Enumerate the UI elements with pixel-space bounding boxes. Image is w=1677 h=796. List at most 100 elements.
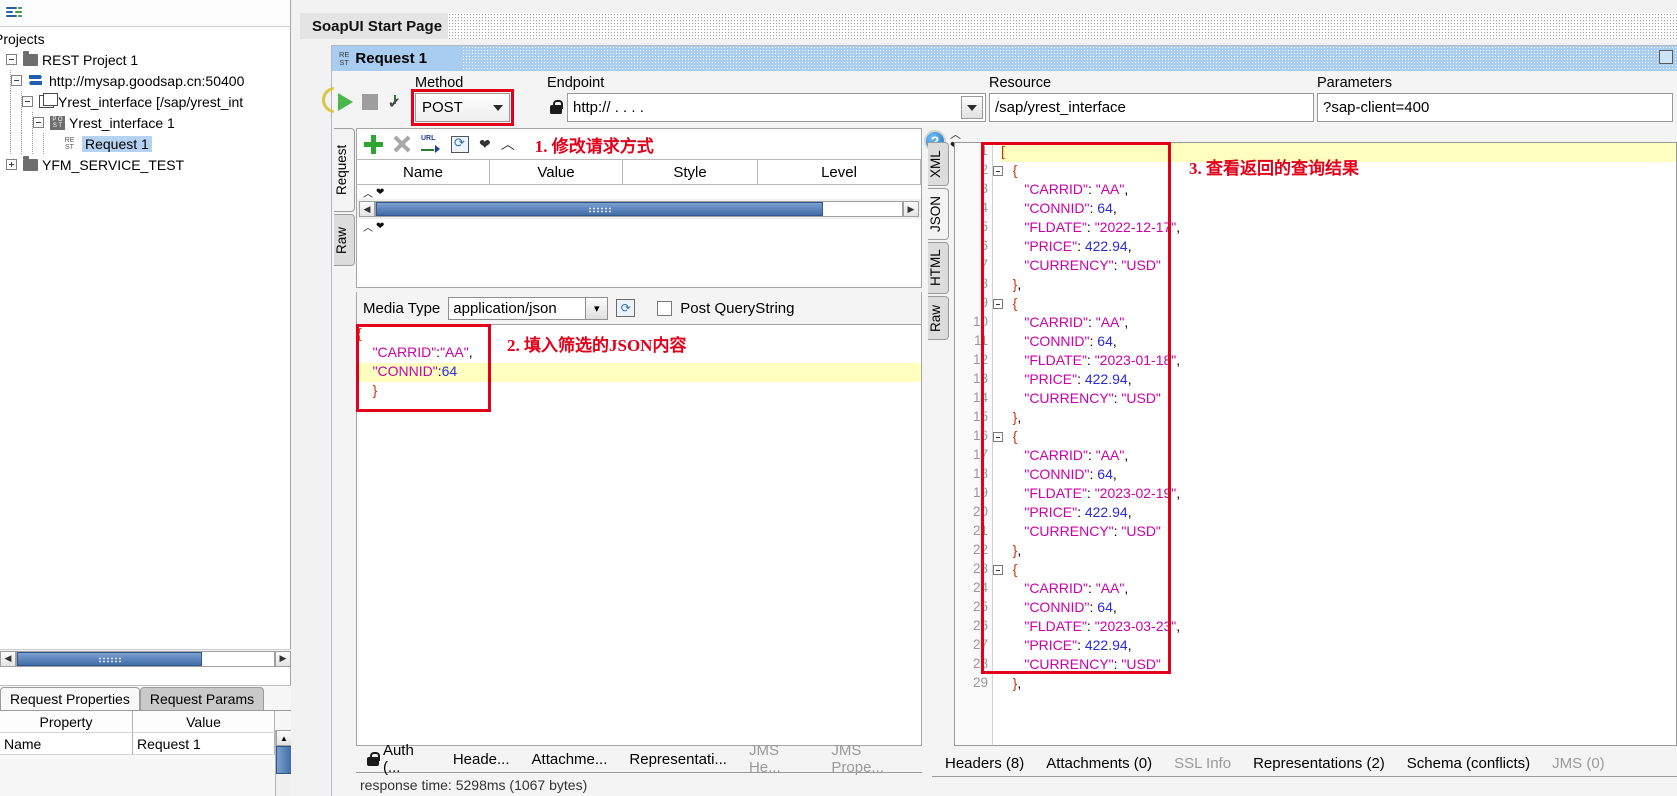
tree-guide xyxy=(21,133,22,154)
response-json-text[interactable]: [ { "CARRID": "AA", "CONNID": 64, "FLDAT… xyxy=(1001,143,1676,745)
tab-json-view[interactable]: JSON xyxy=(928,188,949,240)
resource-input[interactable]: /sap/yrest_interface xyxy=(989,93,1314,122)
response-view-tabs[interactable]: XML JSON HTML Raw xyxy=(928,142,951,342)
tree-expander[interactable] xyxy=(11,75,22,86)
scroll-right-button[interactable]: ▶ xyxy=(275,650,291,667)
caret-down-icon[interactable]: ❤ xyxy=(376,187,384,198)
tab-request-params[interactable]: Request Params xyxy=(139,687,265,710)
request-tab-2[interactable]: Attachme... xyxy=(521,751,619,768)
parameters-input[interactable]: ?sap-client=400 xyxy=(1317,93,1673,122)
response-bottom-tabs[interactable]: Headers (8) Attachments (0) SSL Info Repres… xyxy=(934,750,1677,776)
scroll-right-button[interactable]: ▶ xyxy=(903,201,919,217)
media-type-refresh-icon[interactable]: ⟳ xyxy=(616,299,636,317)
tree-expander[interactable] xyxy=(33,117,44,128)
request-tab-1[interactable]: Heade... xyxy=(442,751,521,768)
tab-raw-view[interactable]: Raw xyxy=(334,214,355,266)
params-hscrollbar[interactable]: ◀ ▶ xyxy=(357,199,921,219)
response-json-viewer[interactable]: 1 2 3 4 5 6 7 8 9 10 11 12 13 14 15 16 17 18 19 20 21 22 23 24 2… xyxy=(954,142,1677,746)
move-down-icon[interactable]: ❤ xyxy=(479,136,491,153)
list-green-blue-icon[interactable] xyxy=(6,6,23,20)
tree-expander[interactable] xyxy=(6,54,17,65)
response-json-line: { xyxy=(1012,428,1018,444)
hscroll-thumb[interactable] xyxy=(17,651,203,666)
media-type-row: Media Type application/json ▾ ⟳ Post Que… xyxy=(356,292,922,324)
response-tab-0[interactable]: Headers (8) xyxy=(934,755,1035,772)
scroll-up-button[interactable]: ▲ xyxy=(276,730,292,746)
line-number: 27 xyxy=(972,637,988,652)
request-body-editor[interactable]: { "CARRID":"AA", "CONNID":64 } xyxy=(356,324,922,746)
navigator-bottom-tabs[interactable]: Request Properties Request Params xyxy=(0,686,291,710)
chevron-down-icon[interactable]: ▾ xyxy=(585,297,608,319)
media-type-combobox[interactable]: application/json ▾ xyxy=(448,296,609,320)
validate-icon[interactable] xyxy=(386,91,408,113)
tree-expander[interactable] xyxy=(22,96,33,107)
hscroll-track[interactable] xyxy=(375,201,903,217)
tree-node-4[interactable]: RE ST Request 1 xyxy=(0,133,290,154)
endpoint-arrows-icon xyxy=(28,74,45,87)
scroll-left-button[interactable]: ◀ xyxy=(0,650,16,667)
tree-node-2[interactable]: Yrest_interface [/sap/yrest_int xyxy=(0,91,290,112)
cancel-request-button[interactable] xyxy=(362,94,378,110)
tab-request-view[interactable]: Request xyxy=(334,128,355,212)
scroll-left-button[interactable]: ◀ xyxy=(359,201,375,217)
chevron-down-icon[interactable] xyxy=(493,105,503,111)
properties-vscrollbar[interactable]: ▲ xyxy=(275,730,292,796)
lock-icon xyxy=(550,100,563,114)
tree-node-3[interactable]: P OS T Yrest_interface 1 xyxy=(0,112,290,133)
folder-icon xyxy=(23,155,38,171)
vscroll-thumb[interactable] xyxy=(276,746,292,774)
response-json-line: "CARRID": "AA", xyxy=(1024,447,1129,463)
endpoint-combobox[interactable]: http:// . . . . xyxy=(567,93,986,122)
tree-node-0[interactable]: REST Project 1 xyxy=(0,49,290,70)
response-tab-4[interactable]: Schema (conflicts) xyxy=(1396,755,1541,772)
request-tab-0[interactable]: Auth (... xyxy=(356,742,442,776)
line-number: 20 xyxy=(972,504,988,519)
tree-node-label: Request 1 xyxy=(82,135,152,152)
refresh-params-icon[interactable] xyxy=(451,135,469,153)
response-json-line: { xyxy=(1012,295,1018,311)
response-tab-2[interactable]: SSL Info xyxy=(1163,755,1242,772)
maximize-button[interactable] xyxy=(1659,50,1673,64)
rest-request-icon: RE ST xyxy=(64,136,75,151)
line-number: 6 xyxy=(980,238,988,253)
request-tab-5[interactable]: JMS Prope... xyxy=(820,742,922,776)
endpoint-label: Endpoint xyxy=(547,75,605,91)
col-value: Value xyxy=(133,711,275,733)
tab-request-properties[interactable]: Request Properties xyxy=(0,687,140,710)
tree-expander[interactable] xyxy=(6,159,17,170)
tab-soapui-start-page[interactable]: SoapUI Start Page xyxy=(300,13,455,39)
resource-window-icon xyxy=(39,93,58,108)
response-tab-3[interactable]: Representations (2) xyxy=(1242,755,1396,772)
request-tab-4[interactable]: JMS He... xyxy=(738,742,820,776)
caret-down-icon[interactable]: ❤ xyxy=(376,221,384,232)
project-tree[interactable]: REST Project 1 http://mysap.goodsap.cn:50… xyxy=(0,49,290,175)
hscroll-track[interactable] xyxy=(16,650,275,667)
response-tab-5[interactable]: JMS (0) xyxy=(1541,755,1616,772)
caret-up-icon[interactable]: ︿ xyxy=(363,185,373,200)
chevron-down-icon[interactable] xyxy=(961,96,983,119)
table-row[interactable]: Name Request 1 xyxy=(0,733,291,755)
tree-node-5[interactable]: YFM_SERVICE_TEST xyxy=(0,154,290,175)
tab-html-view[interactable]: HTML xyxy=(928,242,949,294)
request-view-tabs[interactable]: Request Raw xyxy=(334,128,356,268)
line-number: 25 xyxy=(972,599,988,614)
tab-xml-view[interactable]: XML xyxy=(928,142,949,186)
navigator-hscrollbar[interactable]: ◀ ▶ xyxy=(0,649,291,667)
response-json-line: }, xyxy=(1012,276,1022,292)
remove-param-icon[interactable] xyxy=(393,135,411,153)
request-tab-3[interactable]: Representati... xyxy=(618,751,738,768)
url-extract-icon[interactable]: URL xyxy=(421,135,441,153)
cell-value-name[interactable]: Request 1 xyxy=(133,733,275,755)
move-up-icon[interactable]: ︿ xyxy=(501,134,515,154)
method-select[interactable]: POST xyxy=(415,93,510,122)
tab-raw-view[interactable]: Raw xyxy=(928,296,949,340)
caret-up-icon[interactable]: ︿ xyxy=(363,219,373,234)
post-querystring-checkbox[interactable] xyxy=(657,300,673,316)
request-bottom-tabs[interactable]: Auth (... Heade... Attachme... Representati… xyxy=(356,742,922,776)
submit-request-button[interactable] xyxy=(338,93,353,111)
col-style: Style xyxy=(623,160,758,185)
response-tab-1[interactable]: Attachments (0) xyxy=(1035,755,1163,772)
add-param-icon[interactable] xyxy=(363,134,383,154)
tree-node-1[interactable]: http://mysap.goodsap.cn:50400 xyxy=(0,70,290,91)
hscroll-thumb[interactable] xyxy=(376,202,824,216)
